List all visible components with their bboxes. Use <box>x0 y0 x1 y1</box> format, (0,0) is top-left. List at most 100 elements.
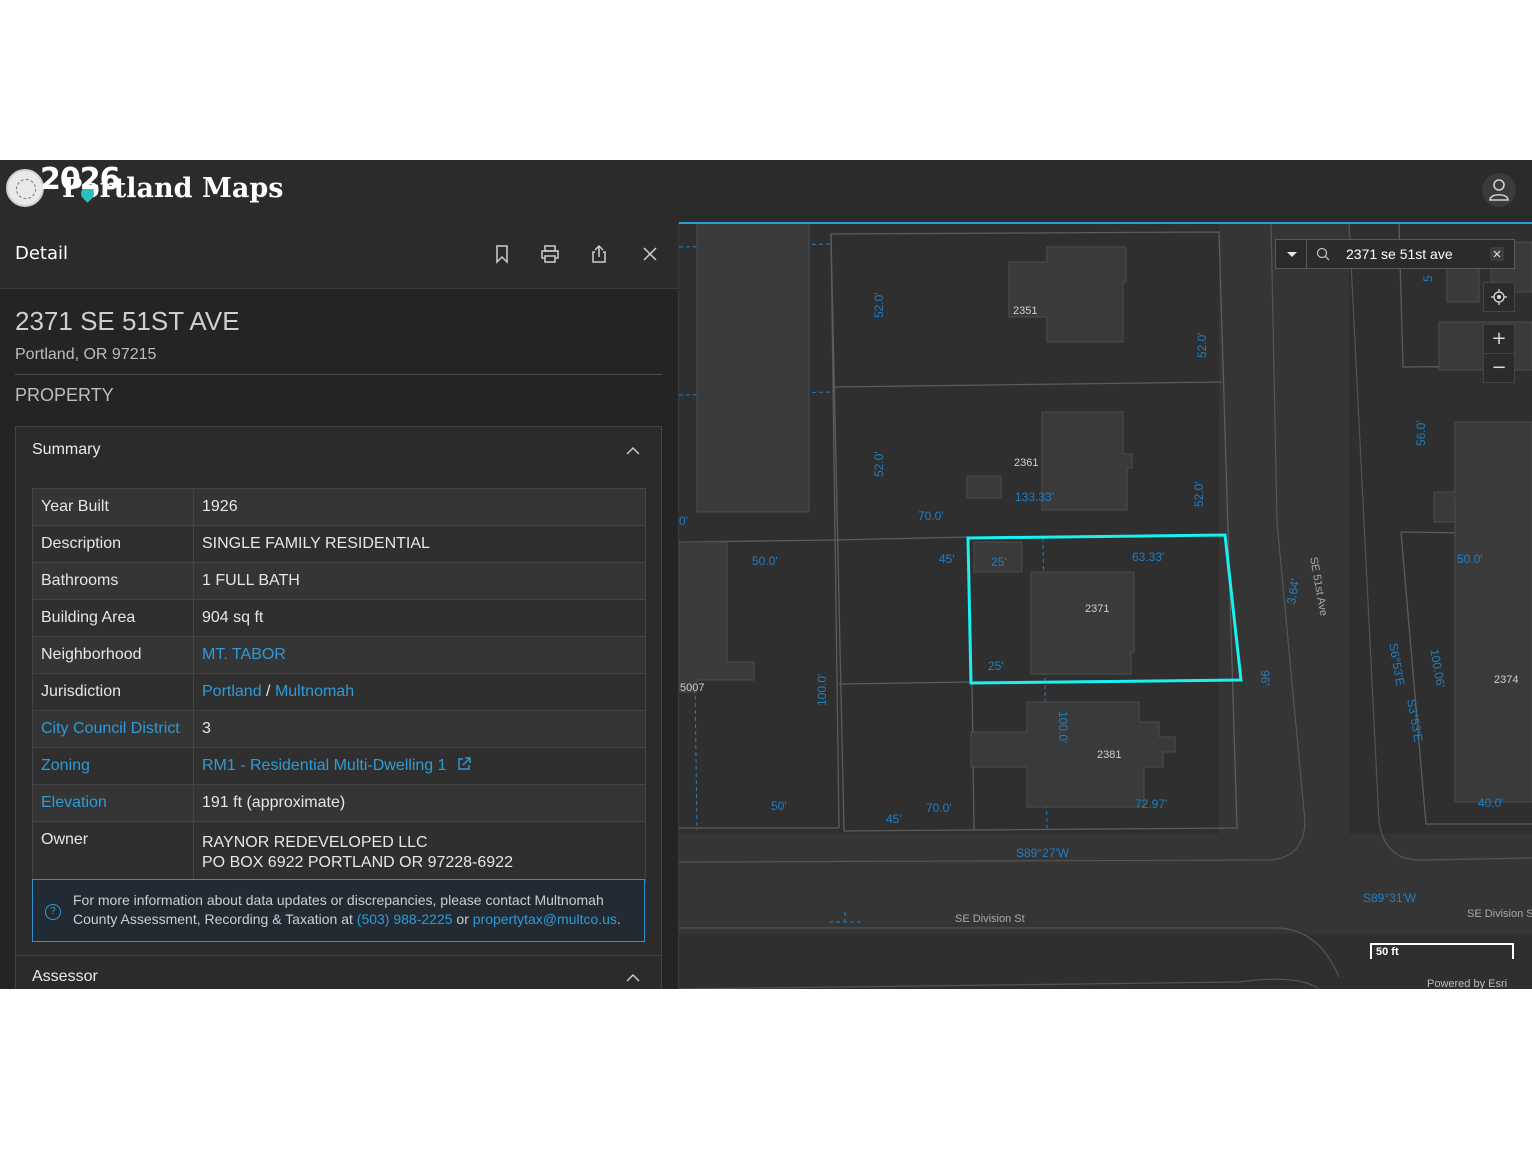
table-row: Neighborhood MT. TABOR <box>32 636 646 674</box>
search-source-dropdown[interactable] <box>1276 240 1307 268</box>
info-notice: ? For more information about data update… <box>32 879 645 942</box>
search-icon <box>1316 247 1330 261</box>
map-top-accent <box>679 222 1532 224</box>
row-value-description: SINGLE FAMILY RESIDENTIAL <box>193 525 646 563</box>
map-view[interactable]: 2351 2361 2371 2381 5007 2374 SE 51st Av… <box>679 222 1532 989</box>
external-link-icon[interactable] <box>457 757 471 771</box>
dimension-label: S89°31'W <box>1363 891 1417 905</box>
dimension-label: 45' <box>886 812 902 826</box>
lot-number: 2361 <box>1014 457 1039 469</box>
detail-panel-header: Detail <box>0 222 678 289</box>
dimension-label: 52.0' <box>872 451 886 477</box>
building-footprints <box>679 222 1532 808</box>
row-label-owner: Owner <box>32 821 194 885</box>
lot-number: 2351 <box>1013 305 1038 317</box>
info-text-or: or <box>456 911 469 927</box>
jurisdiction-link-county[interactable]: Multnomah <box>275 683 354 700</box>
clear-search-icon[interactable] <box>1490 247 1504 261</box>
panel-title: Detail <box>15 243 69 264</box>
owner-name: RAYNOR REDEVELOPED LLC <box>202 834 428 851</box>
table-row: Bathrooms 1 FULL BATH <box>32 562 646 600</box>
street-51st <box>1219 222 1349 834</box>
jurisdiction-separator: / <box>266 683 271 700</box>
help-icon: ? <box>45 904 61 920</box>
summary-table: Year Built 1926 Description SINGLE FAMIL… <box>32 488 646 885</box>
council-district-link[interactable]: City Council District <box>41 720 180 737</box>
neighborhood-link[interactable]: MT. TABOR <box>202 646 286 663</box>
share-icon[interactable] <box>589 244 609 264</box>
city-seal-icon <box>6 169 44 207</box>
dimension-label: 56.0' <box>1414 420 1428 446</box>
user-account-button[interactable] <box>1482 173 1516 207</box>
dimension-label: 72.97' <box>1135 797 1168 811</box>
dimension-label: S89°27'W <box>1016 846 1070 860</box>
row-label-building-area: Building Area <box>32 599 194 637</box>
user-icon <box>1489 179 1509 201</box>
dimension-label: 52.0' <box>872 292 886 318</box>
close-icon[interactable] <box>640 244 660 264</box>
street-label-division: SE Division St <box>955 913 1025 925</box>
dimension-label: 70.0' <box>918 509 944 523</box>
map-attribution[interactable]: Powered by Esri <box>1427 978 1507 989</box>
year-watermark: 2026 <box>40 162 120 197</box>
dimension-label: 100.0' <box>815 673 829 706</box>
dimension-label: 133.33' <box>1015 490 1054 504</box>
zoom-in-button[interactable]: + <box>1483 324 1515 354</box>
crosshair-icon <box>1491 289 1507 305</box>
row-value-building-area: 904 sq ft <box>193 599 646 637</box>
zoom-out-button[interactable]: − <box>1483 353 1515 383</box>
table-row: City Council District 3 <box>32 710 646 748</box>
jurisdiction-link-city[interactable]: Portland <box>202 683 262 700</box>
email-link[interactable]: propertytax@multco.us <box>473 911 617 927</box>
map-search <box>1275 239 1515 269</box>
dimension-label: 5 <box>1421 275 1435 282</box>
dimension-label: 63.33' <box>1132 550 1165 564</box>
dimension-label: 0' <box>679 514 688 528</box>
phone-link[interactable]: (503) 988-2225 <box>357 911 453 927</box>
row-value-neighborhood: MT. TABOR <box>193 636 646 674</box>
table-row: Year Built 1926 <box>32 488 646 526</box>
table-row: Owner RAYNOR REDEVELOPED LLC PO BOX 6922… <box>32 821 646 885</box>
row-label-jurisdiction: Jurisdiction <box>32 673 194 711</box>
info-notice-text: For more information about data updates … <box>73 891 638 929</box>
scale-bar-label: 50 ft <box>1376 946 1399 958</box>
street-label-division-2: SE Division S <box>1467 908 1532 920</box>
chevron-up-icon[interactable] <box>626 974 640 982</box>
table-row: Jurisdiction Portland / Multnomah <box>32 673 646 711</box>
chevron-up-icon[interactable] <box>626 447 640 455</box>
property-address: 2371 SE 51ST AVE <box>15 306 240 336</box>
zoning-value-link[interactable]: RM1 - Residential Multi-Dwelling 1 <box>202 757 447 774</box>
row-value-year-built: 1926 <box>193 488 646 526</box>
bookmark-icon[interactable] <box>492 244 512 264</box>
zoning-link[interactable]: Zoning <box>41 757 90 774</box>
dimension-label: 70.0' <box>926 801 952 815</box>
dimension-label: 50' <box>771 799 787 813</box>
dimension-label: 96' <box>1258 670 1272 686</box>
row-value-council-district: 3 <box>193 710 646 748</box>
row-value-zoning: RM1 - Residential Multi-Dwelling 1 <box>193 747 646 785</box>
print-icon[interactable] <box>540 244 560 264</box>
row-value-bathrooms: 1 FULL BATH <box>193 562 646 600</box>
locate-button[interactable] <box>1483 282 1515 312</box>
dimension-label: 50.0' <box>752 554 778 568</box>
lot-number: 5007 <box>680 682 705 694</box>
portland-maps-app: Portland Maps 2026 Detail 2371 SE 51ST A… <box>0 160 1532 989</box>
row-label-neighborhood: Neighborhood <box>32 636 194 674</box>
info-text-period: . <box>616 911 621 927</box>
app-header: Portland Maps 2026 <box>0 160 1532 223</box>
summary-card: Summary Year Built 1926 Description SING… <box>15 426 662 956</box>
dimension-label: 52.0' <box>1195 332 1209 358</box>
assessor-title[interactable]: Assessor <box>32 968 98 986</box>
row-value-elevation: 191 ft (approximate) <box>193 784 646 822</box>
search-input[interactable] <box>1346 244 1486 264</box>
dimension-label: 25' <box>988 659 1004 673</box>
elevation-link[interactable]: Elevation <box>41 794 107 811</box>
summary-title[interactable]: Summary <box>32 441 100 459</box>
table-row: Elevation 191 ft (approximate) <box>32 784 646 822</box>
row-label-council-district: City Council District <box>32 710 194 748</box>
property-city-state: Portland, OR 97215 <box>15 346 157 363</box>
row-label-bathrooms: Bathrooms <box>32 562 194 600</box>
section-title-property: PROPERTY <box>15 385 114 405</box>
detail-panel: Detail 2371 SE 51ST AVE Portland, OR 972… <box>0 222 679 989</box>
row-label-description: Description <box>32 525 194 563</box>
